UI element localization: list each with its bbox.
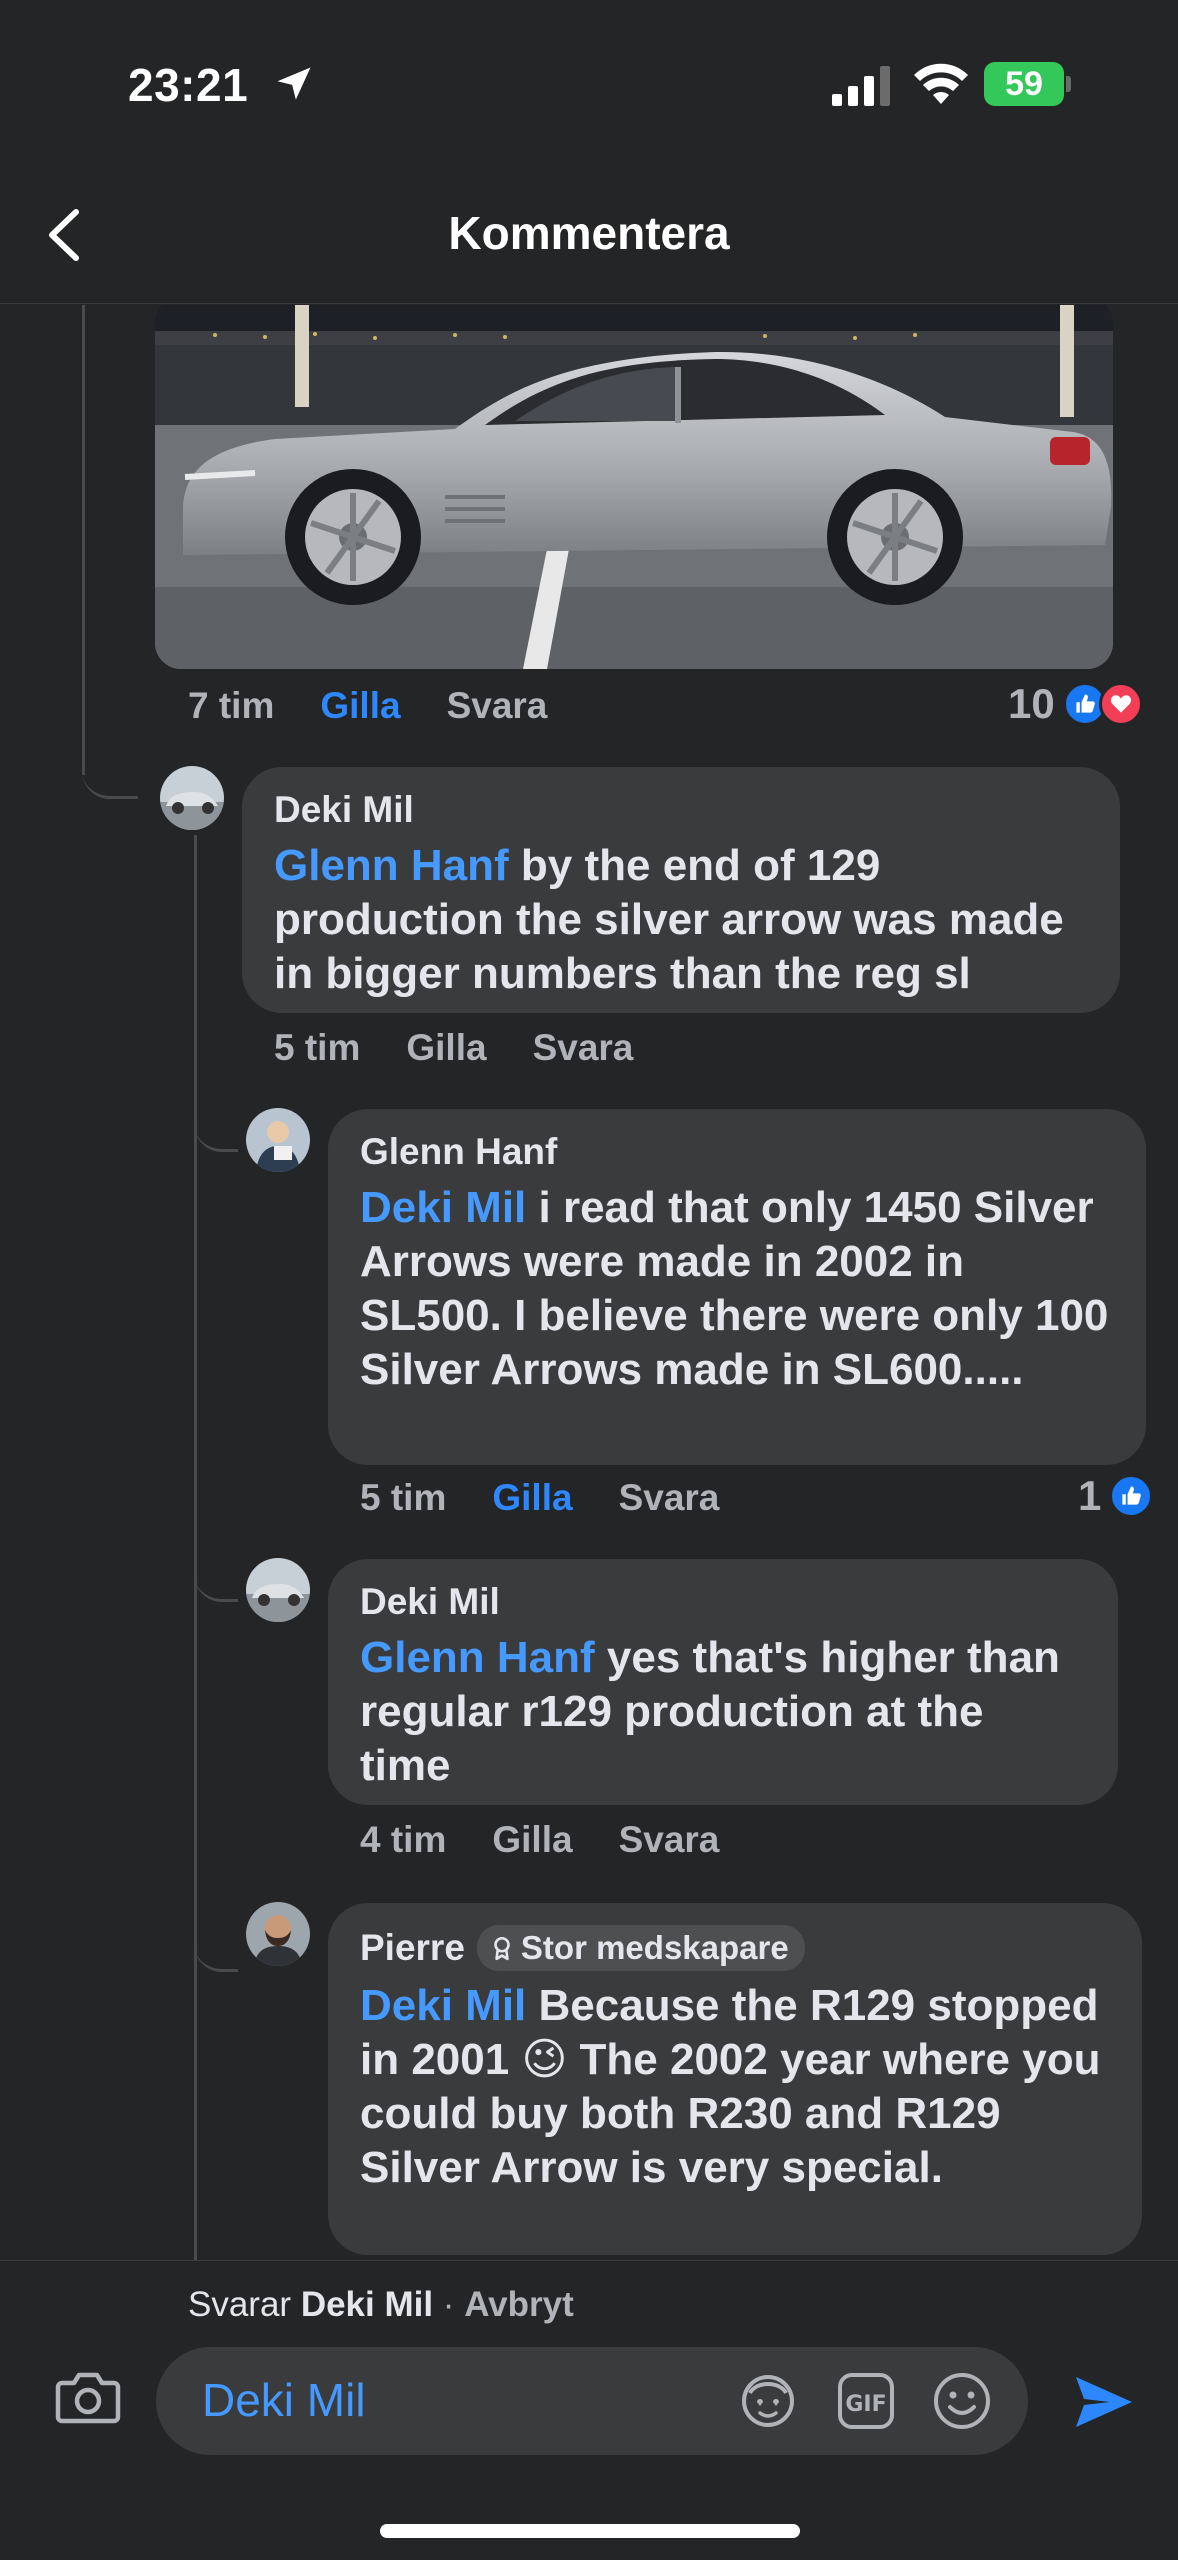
header: Kommentera — [0, 170, 1178, 304]
status-time: 23:21 — [128, 59, 249, 111]
comments-screen: 23:21 59 Kommentera 7 tim Gilla Svara 10… — [0, 0, 1178, 2560]
wifi-icon — [914, 63, 968, 104]
like-reaction-icon — [1109, 1474, 1154, 1518]
reaction-summary[interactable]: 10 — [1008, 680, 1143, 728]
avatar[interactable] — [160, 766, 224, 830]
like-button[interactable]: Gilla — [492, 1477, 572, 1519]
comment-time: 5 tim — [360, 1477, 447, 1518]
comment-bubble: Deki Mil Glenn Hanf yes that's higher th… — [328, 1559, 1118, 1805]
comment-input[interactable]: Deki Mil GIF — [156, 2347, 1028, 2455]
comment-text: Glenn Hanf yes that's higher than regula… — [360, 1631, 1086, 1793]
mention-link[interactable]: Deki Mil — [360, 1183, 526, 1232]
comment-bubble: Deki Mil Glenn Hanf by the end of 129 pr… — [242, 767, 1120, 1013]
mention-link[interactable]: Deki Mil — [360, 1981, 526, 2030]
reply-composer: Svarar Deki Mil · Avbryt Deki Mil GIF — [0, 2260, 1178, 2560]
comment-thread: 7 tim Gilla Svara 10 Deki Mil Glenn Hanf… — [0, 305, 1178, 2260]
thread-elbow — [194, 1550, 238, 1602]
comment-time: 7 tim — [188, 685, 275, 726]
page-title: Kommentera — [448, 207, 730, 259]
comment-text: Deki Mil Because the R129 stopped in 200… — [360, 1979, 1110, 2195]
comment-bubble: Glenn Hanf Deki Mil i read that only 145… — [328, 1109, 1146, 1465]
battery-level: 59 — [984, 62, 1064, 106]
reply-button[interactable]: Svara — [533, 1027, 634, 1069]
gif-icon[interactable]: GIF — [834, 2369, 898, 2433]
mention-link[interactable]: Glenn Hanf — [360, 1633, 595, 1682]
comment-author-row: Pierre Stor medskapare — [360, 1925, 1110, 1971]
send-icon[interactable] — [1070, 2369, 1136, 2435]
thread-line — [82, 305, 85, 775]
comment-actions: 7 tim Gilla Svara — [188, 685, 593, 727]
reply-button[interactable]: Svara — [619, 1819, 720, 1861]
comment-input-value: Deki Mil — [202, 2374, 366, 2426]
reply-prefix: Svarar — [188, 2285, 301, 2324]
emoji-icon[interactable] — [930, 2369, 994, 2433]
comment-actions: 5 tim Gilla Svara — [274, 1027, 679, 1069]
status-bar: 23:21 59 — [0, 0, 1178, 170]
wink-emoji: 😉 — [521, 2035, 568, 2084]
award-icon — [494, 1936, 510, 1961]
reply-separator: · — [433, 2285, 465, 2324]
reaction-count: 10 — [1008, 680, 1055, 727]
cellular-signal-icon — [832, 66, 890, 106]
mention-link[interactable]: Glenn Hanf — [274, 841, 509, 890]
comment-author[interactable]: Glenn Hanf — [360, 1131, 1114, 1173]
thread-elbow — [194, 1920, 238, 1972]
thread-elbow — [82, 745, 138, 799]
replying-to-bar: Svarar Deki Mil · Avbryt — [188, 2285, 574, 2325]
comment-time: 5 tim — [274, 1027, 361, 1068]
like-button[interactable]: Gilla — [320, 685, 400, 727]
reply-target-name: Deki Mil — [300, 2285, 434, 2324]
like-button[interactable]: Gilla — [406, 1027, 486, 1069]
home-indicator — [380, 2524, 800, 2538]
comment-author[interactable]: Pierre — [360, 1927, 465, 1969]
thread-elbow — [194, 1100, 238, 1152]
comment-text: Deki Mil i read that only 1450 Silver Ar… — [360, 1181, 1114, 1397]
thread-line — [194, 835, 197, 2260]
comment-photo[interactable] — [155, 305, 1113, 669]
comment-actions: 5 tim Gilla Svara — [360, 1477, 765, 1519]
reaction-summary[interactable]: 1 — [1078, 1472, 1154, 1520]
svg-text:GIF: GIF — [845, 2392, 886, 2417]
avatar[interactable] — [246, 1558, 310, 1622]
avatar[interactable] — [246, 1108, 310, 1172]
camera-icon[interactable] — [52, 2361, 124, 2433]
badge-label: Stor medskapare — [520, 1929, 789, 1966]
reply-button[interactable]: Svara — [447, 685, 548, 727]
cancel-reply-button[interactable]: Avbryt — [464, 2285, 574, 2324]
reply-button[interactable]: Svara — [619, 1477, 720, 1519]
battery-icon: 59 — [984, 62, 1071, 106]
comment-bubble: Pierre Stor medskapare Deki Mil Because … — [328, 1903, 1142, 2255]
comment-author[interactable]: Deki Mil — [274, 789, 1088, 831]
battery-cap — [1066, 76, 1071, 92]
like-button[interactable]: Gilla — [492, 1819, 572, 1861]
comment-actions: 4 tim Gilla Svara — [360, 1819, 765, 1861]
avatar-sticker-icon[interactable] — [736, 2369, 800, 2433]
comment-author[interactable]: Deki Mil — [360, 1581, 1086, 1623]
comment-time: 4 tim — [360, 1819, 447, 1860]
location-arrow-icon — [277, 67, 311, 100]
love-reaction-icon — [1098, 682, 1143, 726]
avatar[interactable] — [246, 1902, 310, 1966]
contributor-badge[interactable]: Stor medskapare — [476, 1925, 805, 1971]
reaction-count: 1 — [1078, 1472, 1102, 1519]
comment-text: Glenn Hanf by the end of 129 production … — [274, 839, 1088, 1001]
